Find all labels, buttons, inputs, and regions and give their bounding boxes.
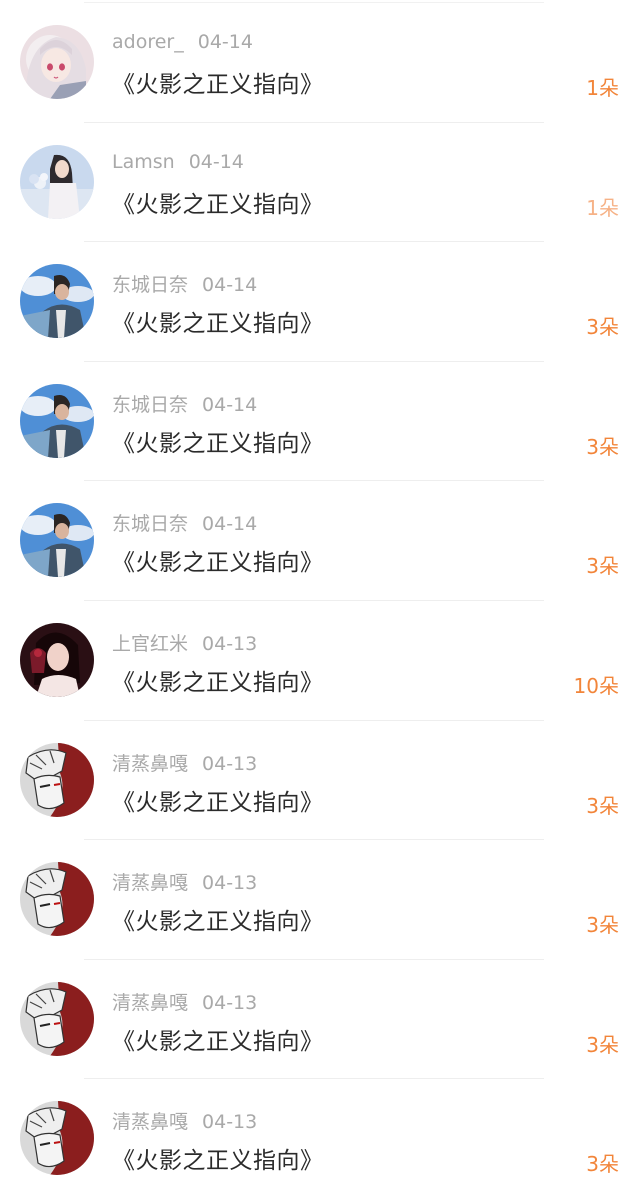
book-title[interactable]: 《火影之正义指向》 xyxy=(112,185,324,219)
list-item[interactable]: 上官红米 04-13 《火影之正义指向》 10朵 xyxy=(0,601,640,721)
anime-sketch-red-avatar[interactable] xyxy=(20,981,94,1056)
boy-sky-photo-avatar[interactable] xyxy=(20,503,94,578)
username[interactable]: 清蒸鼻嘎 xyxy=(112,753,188,775)
username[interactable]: 东城日奈 xyxy=(112,274,188,296)
item-meta: 上官红米 04-13 xyxy=(112,629,257,656)
date-label: 04-13 xyxy=(202,991,258,1014)
date-label: 04-14 xyxy=(197,31,253,53)
gift-count: 3朵 xyxy=(586,554,619,579)
item-meta: 东城日奈 04-14 xyxy=(112,270,257,297)
item-meta: 清蒸鼻嘎 04-13 xyxy=(112,988,257,1015)
date-label: 04-14 xyxy=(188,150,244,173)
username[interactable]: 清蒸鼻嘎 xyxy=(112,1111,188,1133)
gift-count: 1朵 xyxy=(586,195,619,220)
anime-sketch-red-avatar[interactable] xyxy=(20,1101,94,1176)
list-item[interactable]: 清蒸鼻嘎 04-13 《火影之正义指向》 3朵 xyxy=(0,721,640,841)
woman-portrait-avatar[interactable] xyxy=(20,623,94,697)
list-item[interactable]: 东城日奈 04-14 《火影之正义指向》 3朵 xyxy=(0,242,640,362)
gift-record-list: adorer_ 04-14 《火影之正义指向》 1朵 Lamsn 04-14 《火影之正义指… xyxy=(0,0,640,1199)
book-title[interactable]: 《火影之正义指向》 xyxy=(112,304,324,338)
username[interactable]: 清蒸鼻嘎 xyxy=(112,872,188,894)
list-item[interactable]: 东城日奈 04-14 《火影之正义指向》 3朵 xyxy=(0,362,640,482)
item-meta: Lamsn 04-14 xyxy=(112,151,244,173)
item-meta: 清蒸鼻嘎 04-13 xyxy=(112,1107,257,1134)
book-title[interactable]: 《火影之正义指向》 xyxy=(112,1141,324,1175)
boy-sky-photo-avatar[interactable] xyxy=(20,264,94,339)
date-label: 04-14 xyxy=(202,393,258,416)
list-item[interactable]: 清蒸鼻嘎 04-13 《火影之正义指向》 3朵 xyxy=(0,1079,640,1199)
username[interactable]: Lamsn xyxy=(112,151,175,173)
girl-with-flowers-avatar[interactable] xyxy=(20,144,94,219)
list-item[interactable]: 东城日奈 04-14 《火影之正义指向》 3朵 xyxy=(0,481,640,601)
gift-count: 10朵 xyxy=(573,674,619,698)
book-title[interactable]: 《火影之正义指向》 xyxy=(112,1022,324,1056)
book-title[interactable]: 《火影之正义指向》 xyxy=(112,543,324,577)
gift-count: 3朵 xyxy=(586,913,619,938)
gift-count: 3朵 xyxy=(586,434,619,459)
item-meta: 东城日奈 04-14 xyxy=(112,390,257,417)
item-meta: 清蒸鼻嘎 04-13 xyxy=(112,749,257,776)
date-label: 04-13 xyxy=(202,752,258,775)
book-title[interactable]: 《火影之正义指向》 xyxy=(112,663,324,697)
list-item[interactable]: 清蒸鼻嘎 04-13 《火影之正义指向》 3朵 xyxy=(0,840,640,960)
item-meta: 清蒸鼻嘎 04-13 xyxy=(112,868,257,895)
date-label: 04-14 xyxy=(202,513,258,536)
date-label: 04-13 xyxy=(202,633,258,655)
username[interactable]: 东城日奈 xyxy=(112,394,188,416)
gift-count: 3朵 xyxy=(586,315,619,340)
username[interactable]: adorer_ xyxy=(112,31,184,53)
anime-sketch-red-avatar[interactable] xyxy=(20,742,94,817)
book-title[interactable]: 《火影之正义指向》 xyxy=(112,65,324,99)
gift-count: 1朵 xyxy=(586,76,619,100)
list-item[interactable]: 清蒸鼻嘎 04-13 《火影之正义指向》 3朵 xyxy=(0,960,640,1080)
list-item[interactable]: Lamsn 04-14 《火影之正义指向》 1朵 xyxy=(0,123,640,243)
date-label: 04-13 xyxy=(202,1111,258,1134)
date-label: 04-14 xyxy=(202,274,258,297)
gift-count: 3朵 xyxy=(586,1152,619,1177)
anime-girl-white-hair-avatar[interactable] xyxy=(20,25,94,99)
list-item[interactable]: adorer_ 04-14 《火影之正义指向》 1朵 xyxy=(0,3,640,123)
boy-sky-photo-avatar[interactable] xyxy=(20,383,94,458)
username[interactable]: 上官红米 xyxy=(112,633,188,655)
book-title[interactable]: 《火影之正义指向》 xyxy=(112,783,324,817)
date-label: 04-13 xyxy=(202,872,258,895)
book-title[interactable]: 《火影之正义指向》 xyxy=(112,424,324,458)
item-meta: 东城日奈 04-14 xyxy=(112,509,257,536)
book-title[interactable]: 《火影之正义指向》 xyxy=(112,902,324,936)
username[interactable]: 东城日奈 xyxy=(112,513,188,535)
gift-count: 3朵 xyxy=(586,793,619,818)
username[interactable]: 清蒸鼻嘎 xyxy=(112,992,188,1014)
item-meta: adorer_ 04-14 xyxy=(112,31,253,53)
gift-count: 3朵 xyxy=(586,1032,619,1057)
anime-sketch-red-avatar[interactable] xyxy=(20,862,94,937)
